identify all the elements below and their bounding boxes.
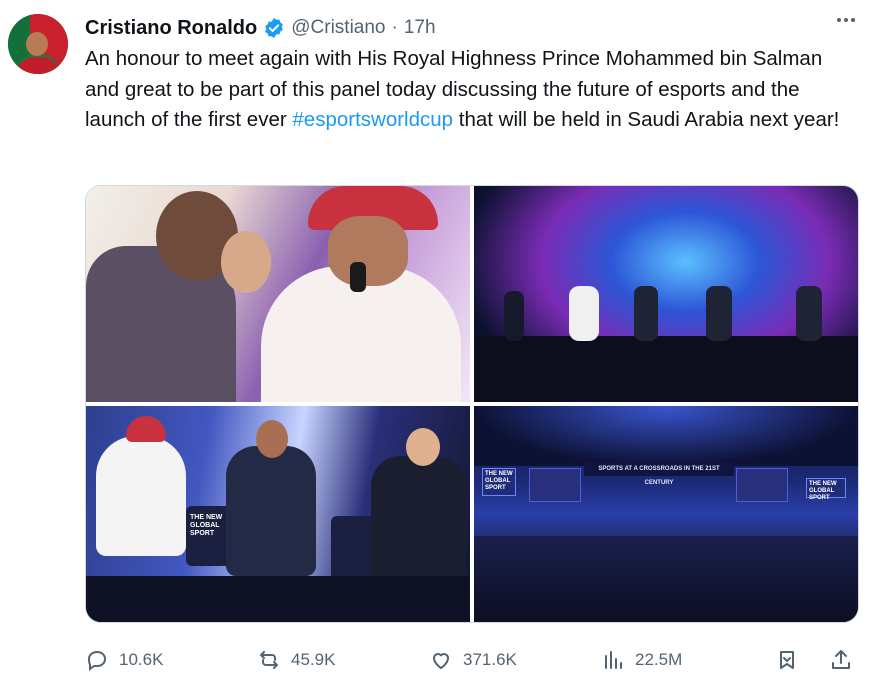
like-button[interactable]: 371.6K [429, 648, 517, 672]
views-button[interactable]: 22.5M [601, 648, 682, 672]
more-options-icon[interactable] [837, 18, 855, 22]
stage-sign-right: THE NEW GLOBAL SPORT [806, 478, 846, 501]
reply-icon [87, 650, 107, 671]
timestamp[interactable]: 17h [404, 17, 436, 39]
action-bar: 10.6K 45.9K 371.6K 22.5M [85, 648, 865, 678]
display-name[interactable]: Cristiano Ronaldo [85, 17, 257, 40]
views-count: 22.5M [635, 650, 683, 669]
stage-sign-left: THE NEW GLOBAL SPORT [482, 468, 516, 496]
views-icon [605, 651, 622, 669]
avatar[interactable] [8, 14, 68, 74]
photo-3[interactable]: THE NEW GLOBAL SPORT [86, 406, 470, 622]
separator-dot: · [391, 17, 398, 38]
repost-button[interactable]: 45.9K [257, 648, 335, 672]
like-count: 371.6K [463, 650, 517, 669]
reply-button[interactable]: 10.6K [85, 648, 163, 672]
repost-count: 45.9K [291, 650, 336, 669]
share-button[interactable] [829, 648, 853, 672]
photo-2[interactable] [474, 186, 858, 402]
photo-4[interactable]: THE NEW GLOBAL SPORT SPORTS AT A CROSSRO… [474, 406, 858, 622]
media-grid: THE NEW GLOBAL SPORT THE NEW GLOBAL SPOR… [85, 185, 859, 623]
verified-badge-icon[interactable] [263, 17, 285, 39]
repost-icon [260, 651, 278, 669]
tweet-text-part-2: that will be held in Saudi Arabia next y… [453, 108, 840, 131]
bookmark-button[interactable] [775, 648, 799, 672]
hashtag-link[interactable]: #esportsworldcup [292, 108, 453, 131]
share-icon [832, 650, 850, 669]
stage-logo-text: THE NEW GLOBAL SPORT [190, 514, 223, 537]
photo-1[interactable] [86, 186, 470, 402]
tweet-header: Cristiano Ronaldo @Cristiano · 17h [85, 14, 436, 42]
reply-count: 10.6K [119, 650, 164, 669]
bookmark-icon [780, 651, 794, 669]
tweet-text: An honour to meet again with His Royal H… [85, 44, 850, 136]
handle[interactable]: @Cristiano [291, 17, 385, 39]
like-icon [433, 653, 449, 669]
stage-banner: SPORTS AT A CROSSROADS IN THE 21ST CENTU… [584, 462, 734, 486]
